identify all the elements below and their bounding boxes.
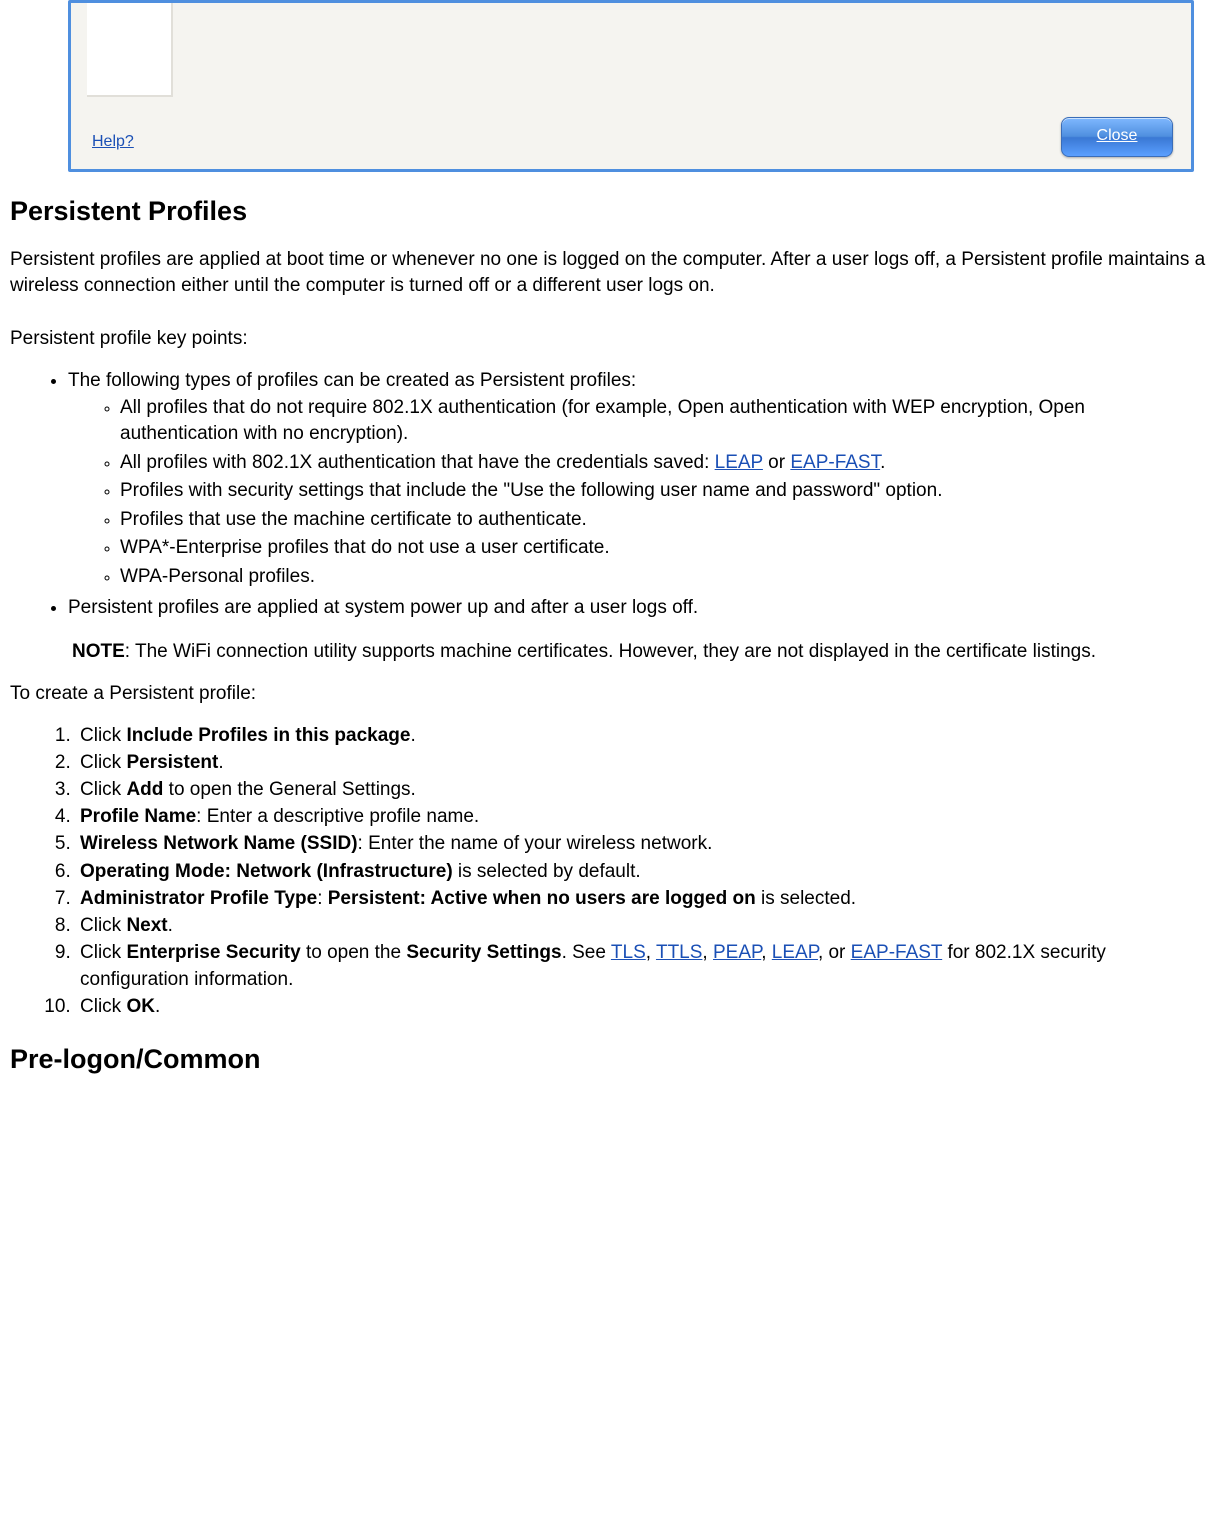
list-item: Operating Mode: Network (Infrastructure)…: [76, 859, 1208, 885]
t: Click: [80, 942, 126, 963]
ttls-link[interactable]: TTLS: [656, 942, 702, 963]
list-item: All profiles with 802.1X authentication …: [120, 450, 1202, 477]
t: Click: [80, 996, 126, 1017]
t: Persistent: Active when no users are log…: [328, 888, 756, 909]
list-text: or: [763, 452, 790, 473]
list-item: Click Add to open the General Settings.: [76, 777, 1208, 803]
t: .: [218, 752, 223, 773]
t: Wireless Network Name (SSID): [80, 833, 358, 854]
t: Include Profiles in this package: [126, 725, 410, 746]
eap-fast-link[interactable]: EAP-FAST: [790, 452, 880, 473]
t: ,: [646, 942, 656, 963]
sub-list: All profiles that do not require 802.1X …: [68, 395, 1208, 591]
t: Add: [126, 779, 163, 800]
note-label: NOTE: [72, 641, 125, 662]
list-text: All profiles with 802.1X authentication …: [120, 452, 715, 473]
t: ,: [702, 942, 713, 963]
list-item: WPA-Personal profiles.: [120, 564, 1202, 591]
t: Click: [80, 725, 126, 746]
list-item: Profiles that use the machine certificat…: [120, 507, 1202, 534]
t: is selected by default.: [453, 861, 641, 882]
list-item: The following types of profiles can be c…: [68, 368, 1208, 591]
list-item: Profiles with security settings that inc…: [120, 478, 1202, 505]
t: .: [155, 996, 160, 1017]
list-item: Wireless Network Name (SSID): Enter the …: [76, 831, 1208, 857]
steps-list: Click Include Profiles in this package . …: [6, 723, 1208, 1020]
t: .: [168, 915, 173, 936]
dialog-screenshot: Help? Close: [68, 0, 1194, 172]
t: Security Settings: [406, 942, 561, 963]
t: ,: [761, 942, 772, 963]
list-text: Persistent profiles are applied at syste…: [68, 597, 698, 618]
t: : Enter a descriptive profile name.: [196, 806, 479, 827]
eap-fast-link[interactable]: EAP-FAST: [851, 942, 943, 963]
t: .: [410, 725, 415, 746]
t: to open the General Settings.: [163, 779, 415, 800]
t: Next: [126, 915, 167, 936]
list-text: The following types of profiles can be c…: [68, 370, 636, 391]
leap-link[interactable]: LEAP: [715, 452, 763, 473]
note-paragraph: NOTE: The WiFi connection utility suppor…: [72, 639, 1202, 665]
keypoints-label: Persistent profile key points:: [10, 326, 1208, 352]
list-item: Click Include Profiles in this package.: [76, 723, 1208, 749]
note-text: : The WiFi connection utility supports m…: [125, 641, 1096, 662]
list-item: All profiles that do not require 802.1X …: [120, 395, 1202, 448]
tls-link[interactable]: TLS: [611, 942, 646, 963]
help-link[interactable]: Help?: [92, 133, 134, 151]
create-label: To create a Persistent profile:: [10, 681, 1208, 707]
heading-prelogon-common: Pre-logon/Common: [10, 1044, 1214, 1075]
t: OK: [126, 996, 155, 1017]
list-item: Click Next.: [76, 913, 1208, 939]
leap-link[interactable]: LEAP: [772, 942, 818, 963]
intro-paragraph: Persistent profiles are applied at boot …: [10, 247, 1208, 298]
dialog-list-panel: [87, 3, 173, 97]
t: is selected.: [756, 888, 856, 909]
close-button[interactable]: Close: [1061, 117, 1173, 157]
t: Administrator Profile Type: [80, 888, 317, 909]
t: , or: [818, 942, 851, 963]
t: Enterprise Security: [126, 942, 300, 963]
peap-link[interactable]: PEAP: [713, 942, 761, 963]
t: :: [317, 888, 328, 909]
list-item: Persistent profiles are applied at syste…: [68, 595, 1208, 665]
t: Click: [80, 915, 126, 936]
list-item: Click Enterprise Security to open the Se…: [76, 940, 1208, 992]
t: to open the: [301, 942, 407, 963]
heading-persistent-profiles: Persistent Profiles: [10, 196, 1214, 227]
t: . See: [562, 942, 611, 963]
t: Profile Name: [80, 806, 196, 827]
t: Persistent: [126, 752, 218, 773]
list-item: Administrator Profile Type: Persistent: …: [76, 886, 1208, 912]
t: Click: [80, 752, 126, 773]
keypoints-list: The following types of profiles can be c…: [6, 368, 1214, 665]
list-item: Click Persistent.: [76, 750, 1208, 776]
t: Operating Mode: Network (Infrastructure): [80, 861, 453, 882]
list-text: .: [880, 452, 885, 473]
t: : Enter the name of your wireless networ…: [358, 833, 713, 854]
list-item: WPA*-Enterprise profiles that do not use…: [120, 535, 1202, 562]
list-item: Click OK.: [76, 994, 1208, 1020]
list-item: Profile Name: Enter a descriptive profil…: [76, 804, 1208, 830]
t: Click: [80, 779, 126, 800]
